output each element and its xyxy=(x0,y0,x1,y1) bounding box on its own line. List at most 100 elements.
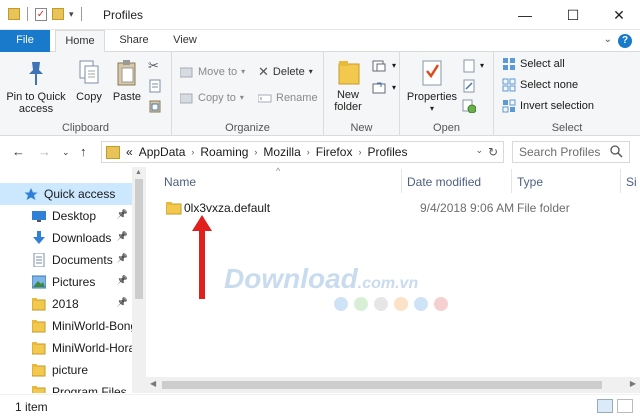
new-folder-label: New folder xyxy=(334,89,362,113)
address-box[interactable]: « AppData › Roaming › Mozilla › Firefox … xyxy=(101,141,504,163)
sidebar-item-miniworld-hora[interactable]: MiniWorld-Hora xyxy=(0,337,132,359)
breadcrumb-separator[interactable]: › xyxy=(191,147,194,157)
select-all-icon xyxy=(503,58,515,70)
address-dropdown-icon[interactable]: ⌄ xyxy=(475,145,483,156)
move-to-icon xyxy=(180,67,193,78)
table-row[interactable]: 0lx3vxza.default 9/4/2018 9:06 AM File f… xyxy=(160,199,590,217)
properties-check-icon[interactable]: ✓ xyxy=(35,7,47,21)
select-all-label: Select all xyxy=(520,58,565,70)
edit-button[interactable] xyxy=(462,76,476,96)
close-button[interactable]: ✕ xyxy=(596,0,640,30)
breadcrumb-mozilla[interactable]: Mozilla xyxy=(263,145,300,159)
breadcrumb-separator[interactable]: › xyxy=(307,147,310,157)
sidebar-item-miniworld-bong[interactable]: MiniWorld-Bong xyxy=(0,315,132,337)
search-input[interactable]: Search Profiles xyxy=(512,141,630,163)
sidebar-item-quick-access[interactable]: Quick access xyxy=(0,183,132,205)
select-none-button[interactable]: Select none xyxy=(502,75,578,95)
column-header-size[interactable]: Si xyxy=(626,175,637,189)
breadcrumb-roaming[interactable]: Roaming xyxy=(200,145,248,159)
minimize-button[interactable]: — xyxy=(502,0,548,30)
pin-quick-access-button[interactable]: Pin to Quick access xyxy=(4,58,68,115)
copy-path-icon xyxy=(149,79,161,93)
properties-icon xyxy=(422,60,442,86)
refresh-icon[interactable]: ↻ xyxy=(485,144,501,160)
recent-locations-icon[interactable]: ⌄ xyxy=(62,147,70,158)
paste-button[interactable]: Paste xyxy=(110,58,144,103)
watermark-suffix: .com.vn xyxy=(357,275,419,292)
quick-access-toolbar: ✓ ▾ xyxy=(8,7,84,21)
folder-icon xyxy=(32,385,46,393)
cut-button[interactable]: ✂ xyxy=(148,56,159,76)
file-name[interactable]: 0lx3vxza.default xyxy=(184,201,270,215)
dot xyxy=(434,297,448,311)
pin-icon: 📌 xyxy=(116,253,128,263)
column-header-type[interactable]: Type xyxy=(517,175,543,189)
select-group: Select all Select none Invert selection … xyxy=(494,52,640,136)
scroll-left-icon[interactable]: ◀ xyxy=(150,379,156,388)
column-header-date[interactable]: Date modified xyxy=(407,175,481,189)
tab-share[interactable]: Share xyxy=(112,30,156,52)
forward-arrow-icon[interactable]: → xyxy=(38,144,51,159)
open-group: Properties ▾ ▾ Open xyxy=(400,52,494,136)
watermark-main: Download xyxy=(224,263,358,294)
column-divider[interactable] xyxy=(401,169,402,193)
details-view-icon[interactable] xyxy=(597,399,613,413)
back-arrow-icon[interactable]: ← xyxy=(12,144,25,159)
help-icon[interactable]: ? xyxy=(618,34,632,48)
rename-button[interactable]: Rename xyxy=(258,88,318,108)
horizontal-scrollbar[interactable]: ◀ ▶ xyxy=(146,377,640,393)
sidebar-item-2018[interactable]: 2018 📌 xyxy=(0,293,132,315)
open-icon xyxy=(463,59,475,73)
new-folder-button[interactable]: New folder xyxy=(328,58,370,113)
breadcrumb-appdata[interactable]: AppData xyxy=(139,145,186,159)
column-header-name[interactable]: Name xyxy=(164,175,196,189)
copy-path-button[interactable] xyxy=(148,76,162,96)
invert-selection-button[interactable]: Invert selection xyxy=(502,96,594,116)
red-arrow-annotation xyxy=(192,215,212,299)
delete-button[interactable]: ✕ Delete ▾ xyxy=(258,62,313,82)
sidebar-item-documents[interactable]: Documents 📌 xyxy=(0,249,132,271)
new-item-button[interactable]: ▾ xyxy=(372,56,396,76)
paste-shortcut-button[interactable] xyxy=(148,96,162,116)
chevron-down-icon[interactable]: ⌄ xyxy=(604,34,612,45)
select-group-label: Select xyxy=(551,122,583,134)
maximize-button[interactable]: ☐ xyxy=(550,0,596,30)
new-folder-icon[interactable] xyxy=(52,8,64,20)
customize-toolbar-icon[interactable]: ▾ xyxy=(69,9,74,20)
scroll-right-icon[interactable]: ▶ xyxy=(630,379,636,388)
breadcrumb-profiles[interactable]: Profiles xyxy=(367,145,407,159)
column-divider[interactable] xyxy=(511,169,512,193)
tab-view[interactable]: View xyxy=(163,30,207,52)
nav-scrollbar-thumb[interactable] xyxy=(135,179,143,299)
sidebar-item-label: MiniWorld-Bong xyxy=(52,319,132,333)
history-button[interactable] xyxy=(462,96,476,116)
copy-button[interactable]: Copy xyxy=(72,58,106,103)
copy-to-button[interactable]: Copy to ▾ xyxy=(180,88,244,108)
breadcrumb-firefox[interactable]: Firefox xyxy=(316,145,353,159)
breadcrumb-overflow[interactable]: « xyxy=(126,145,133,159)
move-to-button[interactable]: Move to ▾ xyxy=(180,62,245,82)
up-arrow-icon[interactable]: ↑ xyxy=(80,144,87,159)
open-button[interactable]: ▾ xyxy=(462,56,484,76)
sidebar-item-picture[interactable]: picture xyxy=(0,359,132,381)
sidebar-item-pictures[interactable]: Pictures 📌 xyxy=(0,271,132,293)
sidebar-item-downloads[interactable]: Downloads 📌 xyxy=(0,227,132,249)
column-divider[interactable] xyxy=(620,169,621,193)
nav-scrollbar[interactable]: ▲ xyxy=(132,167,146,393)
properties-button[interactable]: Properties ▾ xyxy=(406,58,458,115)
scissors-icon: ✂ xyxy=(148,58,159,73)
sidebar-item-program-files[interactable]: Program Files xyxy=(0,381,132,393)
sidebar-item-label: Quick access xyxy=(44,187,116,201)
scroll-up-icon[interactable]: ▲ xyxy=(135,169,142,176)
select-all-button[interactable]: Select all xyxy=(502,54,565,74)
dot xyxy=(414,297,428,311)
tab-file[interactable]: File xyxy=(0,30,50,52)
sidebar-item-desktop[interactable]: Desktop 📌 xyxy=(0,205,132,227)
horizontal-scrollbar-thumb[interactable] xyxy=(162,381,602,389)
breadcrumb-separator[interactable]: › xyxy=(358,147,361,157)
large-icons-view-icon[interactable] xyxy=(617,399,633,413)
breadcrumb-separator[interactable]: › xyxy=(254,147,257,157)
easy-access-button[interactable]: ▾ xyxy=(372,78,396,98)
invert-selection-icon xyxy=(502,99,516,113)
tab-home[interactable]: Home xyxy=(55,30,105,53)
